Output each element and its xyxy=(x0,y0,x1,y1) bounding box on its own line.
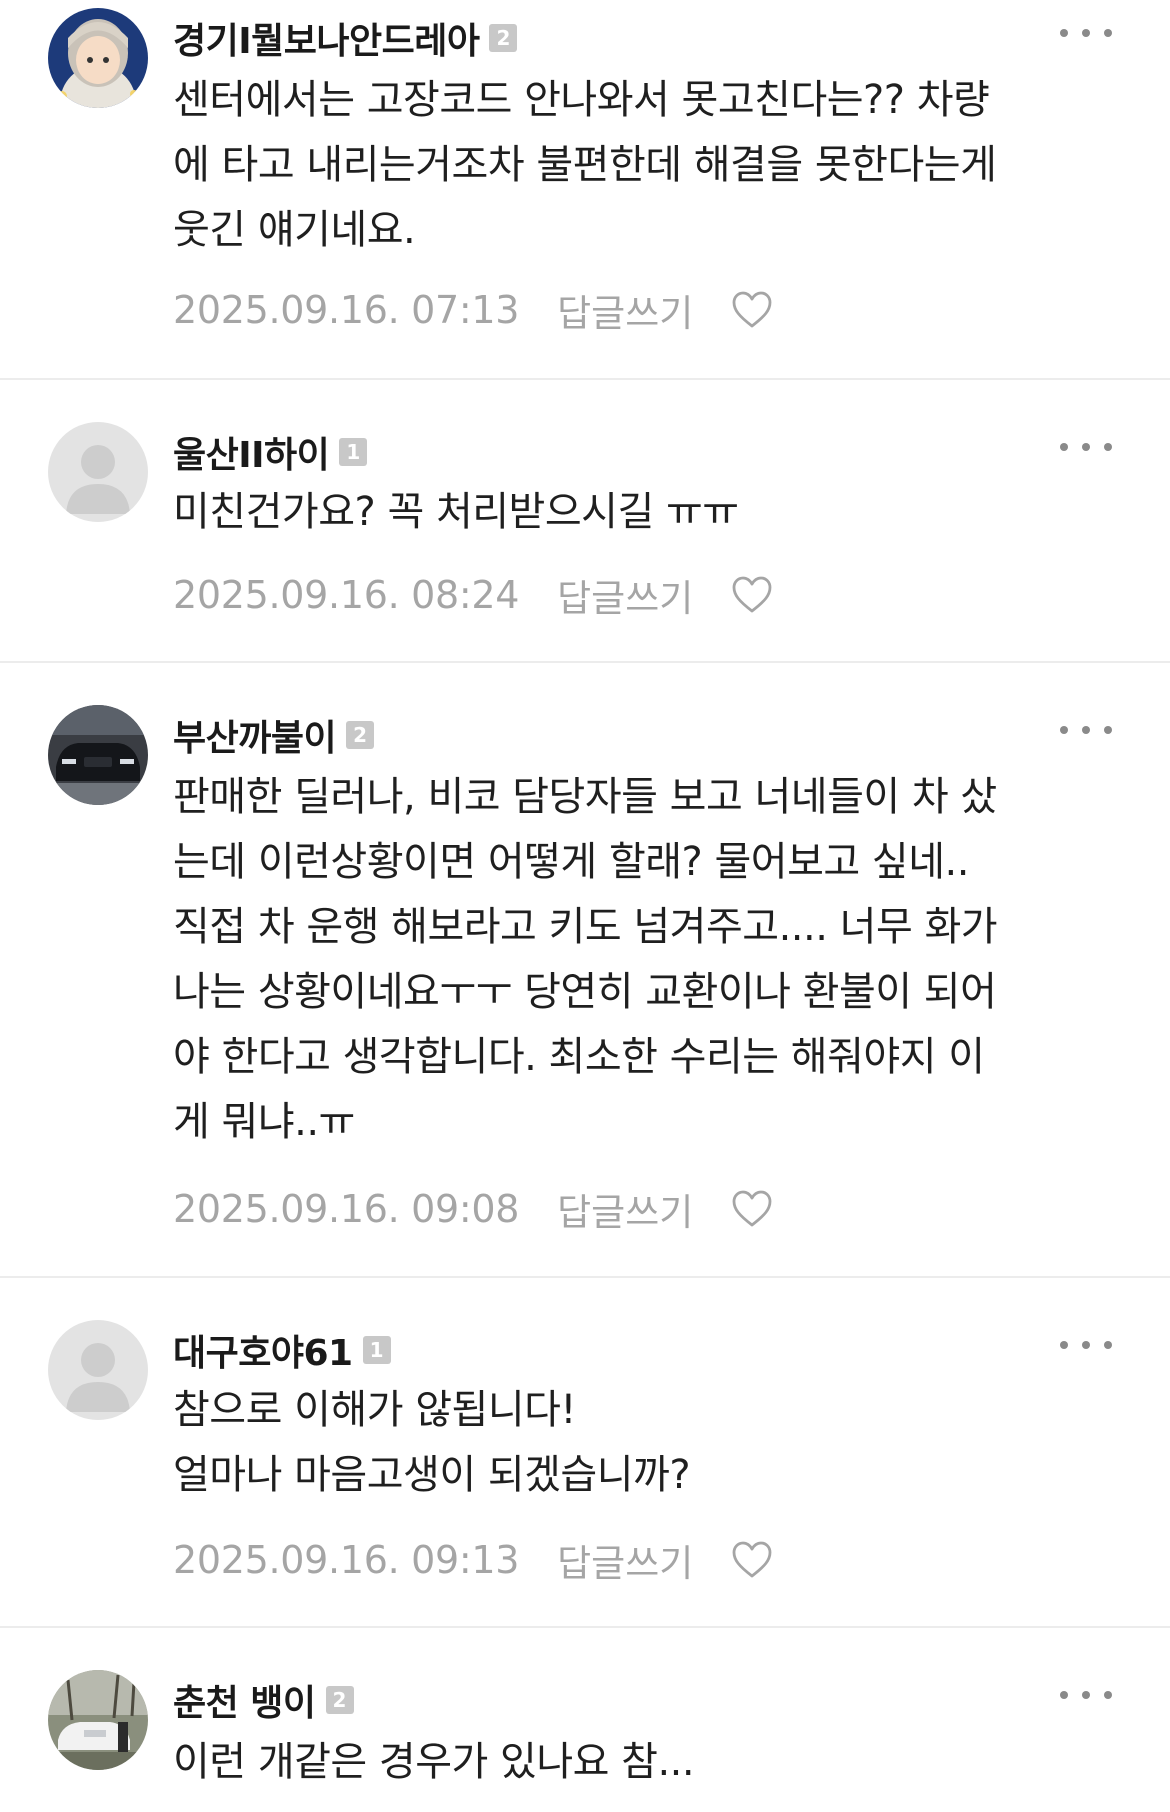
more-dots-icon[interactable] xyxy=(1060,1680,1112,1710)
comment-text: 이런 개같은 경우가 있나요 참... xyxy=(173,1739,695,1785)
reply-button[interactable]: 답글쓰기 xyxy=(557,568,693,622)
level-badge: 2 xyxy=(489,24,518,52)
comment-footer: 2025.09.16. 09:08 답글쓰기 xyxy=(173,1184,773,1234)
comment-list: 경기I뭘보나안드레아 2 센터에서는 고장코드 안나와서 못고친다는?? 차량 … xyxy=(0,0,1170,1810)
character-avatar-icon[interactable] xyxy=(48,8,148,108)
comment-text: 미친건가요? 꼭 처리받으시길 ㅠㅠ xyxy=(173,489,739,535)
more-dots-icon[interactable] xyxy=(1060,715,1112,745)
comment-text: 판매한 딜러나, 비코 담당자들 보고 너네들이 차 샀 는데 이런상황이면 어… xyxy=(173,774,998,1145)
default-avatar-icon[interactable] xyxy=(48,422,148,522)
author-name[interactable]: 춘천 뱅이 xyxy=(173,1674,316,1726)
more-dots-icon[interactable] xyxy=(1060,432,1112,462)
comment-item: 부산까불이 2 판매한 딜러나, 비코 담당자들 보고 너네들이 차 샀 는데 … xyxy=(0,661,1170,1276)
comment-item: 대구호야61 1 참으로 이해가 않됩니다! 얼마나 마음고생이 되겠습니까? … xyxy=(0,1276,1170,1626)
reply-button[interactable]: 답글쓰기 xyxy=(557,1182,693,1236)
comment-footer: 2025.09.16. 08:24 답글쓰기 xyxy=(173,570,773,620)
author-name[interactable]: 경기I뭘보나안드레아 xyxy=(173,12,480,64)
level-badge: 1 xyxy=(339,438,368,466)
comment-meta: 춘천 뱅이 2 xyxy=(173,1674,354,1726)
comment-item: 울산II하이 1 미친건가요? 꼭 처리받으시길 ㅠㅠ 2025.09.16. … xyxy=(0,378,1170,661)
reply-button[interactable]: 답글쓰기 xyxy=(557,283,693,337)
comment-date: 2025.09.16. 07:13 xyxy=(173,288,520,332)
reply-button[interactable]: 답글쓰기 xyxy=(557,1533,693,1587)
author-name[interactable]: 울산II하이 xyxy=(173,426,330,478)
heart-outline-icon[interactable] xyxy=(731,1189,773,1229)
comment-meta: 대구호야61 1 xyxy=(173,1324,391,1376)
comment-footer: 2025.09.16. 07:13 답글쓰기 xyxy=(173,285,773,335)
heart-outline-icon[interactable] xyxy=(731,575,773,615)
level-badge: 2 xyxy=(325,1686,354,1714)
heart-outline-icon[interactable] xyxy=(731,290,773,330)
comment-item: 춘천 뱅이 2 이런 개같은 경우가 있나요 참... xyxy=(0,1626,1170,1810)
comment-meta: 경기I뭘보나안드레아 2 xyxy=(173,12,518,64)
comment-meta: 부산까불이 2 xyxy=(173,709,375,761)
comment-text: 참으로 이해가 않됩니다! 얼마나 마음고생이 되겠습니까? xyxy=(173,1387,691,1498)
author-name[interactable]: 부산까불이 xyxy=(173,709,337,761)
comment-date: 2025.09.16. 09:13 xyxy=(173,1538,520,1582)
car-photo-avatar-icon[interactable] xyxy=(48,1670,148,1770)
comment-date: 2025.09.16. 08:24 xyxy=(173,573,520,617)
comment-meta: 울산II하이 1 xyxy=(173,426,368,478)
comment-text: 센터에서는 고장코드 안나와서 못고친다는?? 차량 에 타고 내리는거조차 불… xyxy=(173,77,997,253)
default-avatar-icon[interactable] xyxy=(48,1320,148,1420)
car-photo-avatar-icon[interactable] xyxy=(48,705,148,805)
comment-item: 경기I뭘보나안드레아 2 센터에서는 고장코드 안나와서 못고친다는?? 차량 … xyxy=(0,0,1170,378)
more-dots-icon[interactable] xyxy=(1060,1330,1112,1360)
level-badge: 1 xyxy=(362,1336,391,1364)
comment-date: 2025.09.16. 09:08 xyxy=(173,1187,520,1231)
comment-footer: 2025.09.16. 09:13 답글쓰기 xyxy=(173,1535,773,1585)
author-name[interactable]: 대구호야61 xyxy=(173,1324,353,1376)
heart-outline-icon[interactable] xyxy=(731,1540,773,1580)
level-badge: 2 xyxy=(346,721,375,749)
more-dots-icon[interactable] xyxy=(1060,18,1112,48)
